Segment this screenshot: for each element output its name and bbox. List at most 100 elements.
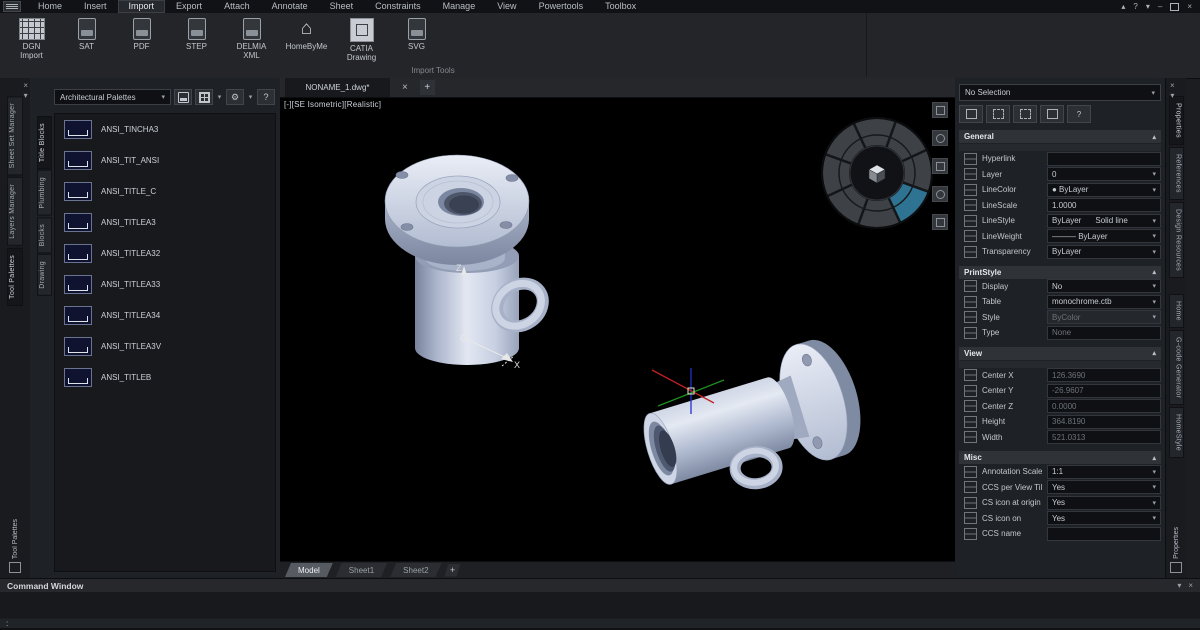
menu-home[interactable]: Home — [27, 0, 73, 13]
document-tab[interactable]: NONAME_1.dwg* — [285, 78, 390, 97]
delmia-xml-import-button[interactable]: DELMIA XML — [224, 15, 279, 62]
selection-filter-select[interactable]: No Selection ▾ — [959, 84, 1161, 101]
palette-item[interactable]: ANSI_TITLEB — [55, 362, 275, 393]
maximize-button[interactable] — [1170, 2, 1180, 11]
catia-drawing-import-button[interactable]: CATIA Drawing — [334, 15, 389, 62]
section-header-general[interactable]: General ▴ — [959, 130, 1161, 143]
display-select[interactable]: No ▾ — [1047, 279, 1161, 294]
menu-view[interactable]: View — [486, 0, 527, 13]
autohide-pin-icon[interactable]: ▾ — [23, 92, 28, 100]
palette-settings-button[interactable]: ⚙ — [226, 89, 244, 105]
select-objects-button[interactable] — [986, 105, 1010, 123]
palette-item[interactable]: ANSI_TINCHA3 — [55, 114, 275, 145]
tool-palettes-docked-tab[interactable]: Tool Palettes — [9, 519, 21, 573]
menu-constraints[interactable]: Constraints — [364, 0, 432, 13]
close-button[interactable]: × — [1187, 2, 1192, 11]
palette-item[interactable]: ANSI_TIT_ANSI — [55, 145, 275, 176]
pickadd-toggle-button[interactable] — [1040, 105, 1064, 123]
palette-item[interactable]: ANSI_TITLEA3 — [55, 207, 275, 238]
properties-help-button[interactable]: ? — [1067, 105, 1091, 123]
section-header-printstyle[interactable]: PrintStyle ▴ — [959, 265, 1161, 279]
pdf-import-button[interactable]: PDF — [114, 15, 169, 62]
ribbon-collapse-icon[interactable]: ▴ — [1121, 2, 1125, 11]
palette-tab-plumbing[interactable]: Plumbing — [37, 170, 52, 216]
model-space-canvas[interactable]: [-][SE Isometric][Realistic] Z X — [280, 98, 955, 561]
sidebar-tab-tool-palettes[interactable]: Tool Palettes — [7, 248, 23, 307]
close-icon[interactable]: × — [1188, 581, 1193, 590]
palette-item[interactable]: ANSI_TITLE_C — [55, 176, 275, 207]
sidebar-tab-gcode-generator[interactable]: G-code Generator — [1168, 329, 1184, 405]
svg-import-button[interactable]: SVG — [389, 15, 444, 62]
palette-tab-drawing[interactable]: Drawing — [37, 254, 52, 296]
command-window-titlebar[interactable]: Command Window ▾ × — [0, 578, 1200, 592]
properties-docked-tab[interactable]: Properties — [1170, 527, 1182, 573]
menu-sheet[interactable]: Sheet — [319, 0, 365, 13]
dgn-import-button[interactable]: DGN Import — [4, 15, 59, 62]
cs-icon-at-origin-select[interactable]: Yes ▾ — [1047, 495, 1161, 510]
sidebar-tab-homestyle[interactable]: HomeStyle — [1168, 406, 1184, 458]
close-icon[interactable]: × — [23, 82, 28, 90]
quick-select-button[interactable] — [959, 105, 983, 123]
command-input[interactable]: : — [0, 619, 1200, 628]
sidebar-tab-design-resources[interactable]: Design Resources — [1168, 201, 1184, 278]
section-header-misc[interactable]: Misc ▴ — [959, 451, 1161, 464]
palette-view-button[interactable] — [195, 89, 213, 105]
autohide-pin-icon[interactable]: ▾ — [1177, 581, 1181, 590]
pan-tool-button[interactable] — [932, 102, 948, 118]
orbit-tool-button[interactable] — [932, 158, 948, 174]
menu-manage[interactable]: Manage — [432, 0, 487, 13]
annotation-scale-select[interactable]: 1:1 ▾ — [1047, 464, 1161, 479]
palette-tab-title-blocks[interactable]: Title Blocks — [37, 116, 52, 170]
sidebar-tab-home[interactable]: Home — [1168, 293, 1184, 328]
menu-powertools[interactable]: Powertools — [528, 0, 595, 13]
menu-insert[interactable]: Insert — [73, 0, 118, 13]
tab-sheet1[interactable]: Sheet1 — [336, 563, 387, 577]
ccs-name-field[interactable] — [1047, 526, 1161, 541]
menu-annotate[interactable]: Annotate — [261, 0, 319, 13]
application-menu-icon[interactable] — [3, 1, 21, 12]
layer-select[interactable]: 0 ▾ — [1047, 167, 1161, 182]
palette-help-button[interactable]: ? — [257, 89, 275, 105]
linecolor-select[interactable]: ● ByLayer ▾ — [1047, 182, 1161, 197]
lineweight-select[interactable]: ——— ByLayer ▾ — [1047, 229, 1161, 244]
sat-import-button[interactable]: SAT — [59, 15, 114, 62]
ccs-per-view-tile-select[interactable]: Yes ▾ — [1047, 480, 1161, 495]
cs-icon-on-select[interactable]: Yes ▾ — [1047, 511, 1161, 526]
step-import-button[interactable]: STEP — [169, 15, 224, 62]
minimize-button[interactable]: – — [1158, 2, 1162, 11]
sidebar-tab-sheet-set-manager[interactable]: Sheet Set Manager — [7, 96, 23, 176]
zoom-tool-button[interactable] — [932, 130, 948, 146]
look-tool-button[interactable] — [932, 186, 948, 202]
palette-item[interactable]: ANSI_TITLEA3V — [55, 331, 275, 362]
hyperlink-field[interactable] — [1047, 151, 1161, 166]
chevron-down-icon[interactable]: ▾ — [216, 93, 223, 101]
palette-item[interactable]: ANSI_TITLEA33 — [55, 269, 275, 300]
section-header-view[interactable]: View ▴ — [959, 346, 1161, 360]
sidebar-tab-references[interactable]: References — [1168, 146, 1184, 200]
table-select[interactable]: monochrome.ctb ▾ — [1047, 294, 1161, 309]
tab-sheet2[interactable]: Sheet2 — [390, 563, 441, 577]
sidebar-tab-layers-manager[interactable]: Layers Manager — [7, 177, 23, 247]
transparency-select[interactable]: ByLayer ▾ — [1047, 244, 1161, 259]
chevron-down-icon[interactable]: ▾ — [1146, 2, 1150, 11]
add-layout-button[interactable]: + — [445, 564, 461, 577]
sidebar-tab-properties[interactable]: Properties — [1168, 96, 1184, 145]
chevron-down-icon[interactable]: ▾ — [247, 93, 254, 101]
close-icon[interactable]: × — [1170, 82, 1175, 90]
menu-attach[interactable]: Attach — [213, 0, 261, 13]
linescale-field[interactable]: 1.0000 — [1047, 198, 1161, 213]
new-document-button[interactable]: + — [419, 80, 435, 95]
palette-group-select[interactable]: Architectural Palettes ▾ — [54, 89, 171, 105]
document-close-icon[interactable]: × — [402, 82, 408, 93]
tab-model[interactable]: Model — [285, 563, 333, 577]
menu-export[interactable]: Export — [165, 0, 213, 13]
palette-tab-blocks[interactable]: Blocks — [37, 216, 52, 254]
palette-item[interactable]: ANSI_TITLEA32 — [55, 238, 275, 269]
menu-import[interactable]: Import — [117, 0, 166, 13]
homebyme-import-button[interactable]: ⌂ HomeByMe — [279, 15, 334, 62]
palette-item[interactable]: ANSI_TITLEA34 — [55, 300, 275, 331]
wheel-settings-button[interactable] — [932, 214, 948, 230]
menu-toolbox[interactable]: Toolbox — [594, 0, 647, 13]
deselect-button[interactable] — [1013, 105, 1037, 123]
save-palette-button[interactable] — [174, 89, 192, 105]
